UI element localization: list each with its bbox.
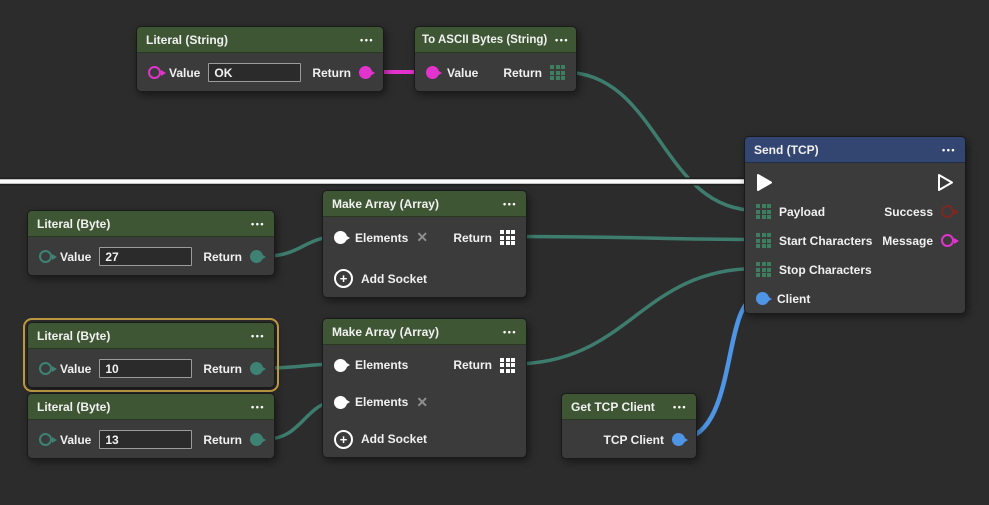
success-label: Success (884, 205, 933, 219)
node-menu-icon[interactable]: ••• (667, 402, 687, 412)
node-title: Literal (String) (146, 33, 228, 47)
add-socket-icon[interactable]: + (334, 430, 353, 449)
node-send-tcp[interactable]: Send (TCP) ••• Payload Success (744, 136, 966, 314)
node-menu-icon[interactable]: ••• (497, 199, 517, 209)
node-get-tcp-client[interactable]: Get TCP Client ••• TCP Client (561, 393, 697, 459)
string-input-socket[interactable] (426, 66, 439, 79)
remove-socket-icon[interactable]: ✕ (416, 394, 428, 411)
node-header[interactable]: Literal (String) ••• (137, 27, 383, 53)
byte-input-socket[interactable] (39, 433, 52, 446)
string-input-socket[interactable] (148, 66, 161, 79)
node-title: Literal (Byte) (37, 400, 110, 414)
node-title: Literal (Byte) (37, 217, 110, 231)
exec-output-socket[interactable] (937, 173, 954, 192)
message-label: Message (882, 234, 933, 248)
add-socket-label[interactable]: Add Socket (361, 432, 427, 446)
value-label: Value (447, 66, 478, 80)
return-label: Return (312, 66, 351, 80)
node-menu-icon[interactable]: ••• (245, 402, 265, 412)
return-label: Return (203, 362, 242, 376)
stop-characters-input-socket[interactable] (756, 262, 771, 277)
node-header[interactable]: Literal (Byte) ••• (28, 323, 274, 349)
wire-array1-to-start-characters[interactable] (513, 237, 757, 240)
payload-label: Payload (779, 205, 825, 219)
tcp-client-label: TCP Client (604, 433, 664, 447)
value-input[interactable] (99, 247, 192, 266)
payload-input-socket[interactable] (756, 204, 771, 219)
elements-input-socket[interactable] (334, 396, 347, 409)
return-label: Return (453, 358, 492, 372)
byte-array-output-socket[interactable] (550, 65, 565, 80)
node-graph-canvas[interactable]: Literal (String) ••• Value Return To ASC… (0, 0, 989, 505)
value-label: Value (60, 433, 91, 447)
elements-input-socket[interactable] (334, 359, 347, 372)
message-output-socket[interactable] (941, 234, 954, 247)
node-header[interactable]: Literal (Byte) ••• (28, 211, 274, 237)
value-label: Value (60, 250, 91, 264)
wire-ascii-to-payload[interactable] (563, 72, 757, 211)
node-menu-icon[interactable]: ••• (936, 145, 956, 155)
add-socket-icon[interactable]: + (334, 269, 353, 288)
node-menu-icon[interactable]: ••• (245, 331, 265, 341)
node-title: Make Array (Array) (332, 325, 439, 339)
array-output-socket[interactable] (500, 358, 515, 373)
node-header[interactable]: To ASCII Bytes (String) ••• (415, 27, 576, 53)
elements-label: Elements (355, 358, 408, 372)
elements-label: Elements (355, 231, 408, 245)
node-make-array-1[interactable]: Make Array (Array) ••• Elements ✕ Return… (322, 190, 527, 298)
node-title: Send (TCP) (754, 143, 819, 157)
node-menu-icon[interactable]: ••• (497, 327, 517, 337)
elements-input-socket[interactable] (334, 231, 347, 244)
node-title: Make Array (Array) (332, 197, 439, 211)
byte-output-socket[interactable] (250, 433, 263, 446)
success-output-socket[interactable] (941, 205, 954, 218)
node-header[interactable]: Literal (Byte) ••• (28, 394, 274, 420)
start-characters-label: Start Characters (779, 234, 872, 248)
add-socket-label[interactable]: Add Socket (361, 272, 427, 286)
stop-characters-label: Stop Characters (779, 263, 872, 277)
value-input[interactable] (99, 430, 192, 449)
tcp-client-output-socket[interactable] (672, 433, 685, 446)
byte-input-socket[interactable] (39, 362, 52, 375)
start-characters-input-socket[interactable] (756, 233, 771, 248)
byte-output-socket[interactable] (250, 362, 263, 375)
node-title: Literal (Byte) (37, 329, 110, 343)
byte-output-socket[interactable] (250, 250, 263, 263)
exec-input-socket[interactable] (756, 173, 773, 192)
node-title: To ASCII Bytes (String) (422, 34, 547, 46)
node-header[interactable]: Make Array (Array) ••• (323, 319, 526, 345)
node-menu-icon[interactable]: ••• (549, 35, 569, 45)
remove-socket-icon[interactable]: ✕ (416, 229, 428, 246)
client-input-socket[interactable] (756, 292, 769, 305)
value-label: Value (169, 66, 200, 80)
return-label: Return (453, 231, 492, 245)
node-literal-string[interactable]: Literal (String) ••• Value Return (136, 26, 384, 92)
elements-label: Elements (355, 395, 408, 409)
node-header[interactable]: Get TCP Client ••• (562, 394, 696, 420)
node-menu-icon[interactable]: ••• (354, 35, 374, 45)
node-make-array-2[interactable]: Make Array (Array) ••• Elements Return E… (322, 318, 527, 458)
value-label: Value (60, 362, 91, 376)
node-literal-byte-10[interactable]: Literal (Byte) ••• Value Return (27, 322, 275, 388)
node-literal-byte-13[interactable]: Literal (Byte) ••• Value Return (27, 393, 275, 459)
node-title: Get TCP Client (571, 400, 655, 414)
value-input[interactable] (208, 63, 301, 82)
array-output-socket[interactable] (500, 230, 515, 245)
client-label: Client (777, 292, 810, 306)
string-output-socket[interactable] (359, 66, 372, 79)
value-input[interactable] (99, 359, 192, 378)
node-menu-icon[interactable]: ••• (245, 219, 265, 229)
return-label: Return (203, 433, 242, 447)
node-literal-byte-27[interactable]: Literal (Byte) ••• Value Return (27, 210, 275, 276)
wire-array2-to-stop-characters[interactable] (513, 269, 757, 365)
node-to-ascii-bytes[interactable]: To ASCII Bytes (String) ••• Value Return (414, 26, 577, 92)
return-label: Return (203, 250, 242, 264)
node-header[interactable]: Send (TCP) ••• (745, 137, 965, 163)
return-label: Return (503, 66, 542, 80)
byte-input-socket[interactable] (39, 250, 52, 263)
node-header[interactable]: Make Array (Array) ••• (323, 191, 526, 217)
